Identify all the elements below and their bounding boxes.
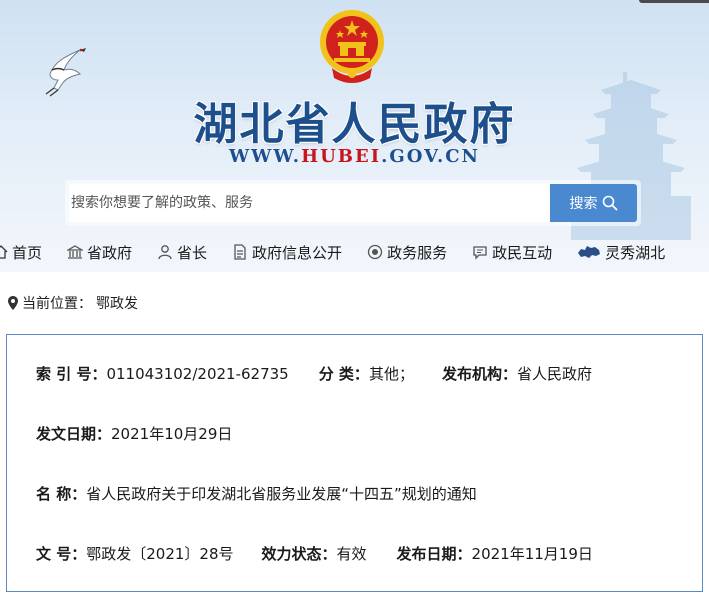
url-suffix: .GOV.CN xyxy=(381,146,481,167)
category-label: 分 类： xyxy=(318,365,369,383)
nav-item-label: 政务服务 xyxy=(387,243,448,262)
publisher-value: 省人民政府 xyxy=(516,365,592,383)
top-tab-bar[interactable] xyxy=(639,0,709,3)
nav-item-home[interactable]: 首页 xyxy=(0,242,42,263)
nav-item-label: 政府信息公开 xyxy=(252,243,343,262)
site-header: 湖北省人民政府 WWW.HUBEI.GOV.CN 搜索 首页 省政府 xyxy=(0,0,709,272)
name-label: 名 称： xyxy=(36,485,87,503)
status-label: 效力状态： xyxy=(261,545,337,563)
nav-item-label: 政民互动 xyxy=(492,243,553,262)
name-value: 省人民政府关于印发湖北省服务业发展“十四五”规划的通知 xyxy=(86,485,477,503)
breadcrumb: 当前位置： 鄂政发 xyxy=(8,293,138,313)
breadcrumb-prefix: 当前位置： xyxy=(22,296,92,312)
nav-item-label: 首页 xyxy=(12,243,43,262)
document-info-panel: 索 引 号： 011043102/2021-62735 分 类： 其他； 发布机… xyxy=(6,334,703,592)
publish-date-label: 发布日期： xyxy=(396,545,472,563)
nav-item-lingxiu-hubei[interactable]: 灵秀湖北 xyxy=(577,242,665,263)
national-emblem-icon xyxy=(320,10,384,83)
home-icon xyxy=(0,245,8,259)
nav-item-governor[interactable]: 省长 xyxy=(157,242,207,263)
hubei-map-icon xyxy=(578,246,601,258)
breadcrumb-current[interactable]: 鄂政发 xyxy=(96,293,138,313)
building-icon xyxy=(67,245,84,259)
index-label: 索 引 号： xyxy=(36,365,107,383)
status-value: 有效 xyxy=(336,545,367,563)
search-bar: 搜索 xyxy=(65,180,641,226)
doc-no-value: 鄂政发〔2021〕28号 xyxy=(86,545,234,563)
info-row-index: 索 引 号： 011043102/2021-62735 分 类： 其他； 发布机… xyxy=(36,363,592,384)
nav-item-label: 省政府 xyxy=(87,243,133,262)
site-url[interactable]: WWW.HUBEI.GOV.CN xyxy=(0,146,709,167)
publish-date-value: 2021年11月19日 xyxy=(471,545,593,563)
info-row-doc-no: 文 号： 鄂政发〔2021〕28号 效力状态： 有效 发布日期： 2021年11… xyxy=(36,543,593,564)
nav-item-info-disclosure[interactable]: 政府信息公开 xyxy=(232,242,342,263)
chat-icon xyxy=(473,246,487,260)
url-prefix: WWW. xyxy=(228,146,302,167)
document-icon xyxy=(234,244,246,260)
person-icon xyxy=(158,245,172,260)
issue-date-label: 发文日期： xyxy=(36,425,112,443)
search-button[interactable]: 搜索 xyxy=(550,184,637,222)
nav-item-interaction[interactable]: 政民互动 xyxy=(472,242,552,263)
doc-no-label: 文 号： xyxy=(36,545,87,563)
info-row-name: 名 称： 省人民政府关于印发湖北省服务业发展“十四五”规划的通知 xyxy=(36,483,477,504)
main-nav: 首页 省政府 省长 政府信息公开 政务服务 政民互动 灵秀湖北 xyxy=(0,234,709,270)
search-input[interactable] xyxy=(69,184,549,222)
nav-item-gov-service[interactable]: 政务服务 xyxy=(367,242,447,263)
nav-item-label: 灵秀湖北 xyxy=(605,243,666,262)
location-pin-icon xyxy=(8,296,18,310)
index-value: 011043102/2021-62735 xyxy=(106,364,289,383)
category-value: 其他； xyxy=(368,365,414,383)
publisher-label: 发布机构： xyxy=(441,365,517,383)
site-title: 湖北省人民政府 xyxy=(193,99,516,150)
issue-date-value: 2021年10月29日 xyxy=(111,425,233,443)
nav-item-province-gov[interactable]: 省政府 xyxy=(67,242,132,263)
service-icon xyxy=(367,244,383,260)
search-button-label: 搜索 xyxy=(569,196,598,212)
nav-item-label: 省长 xyxy=(177,243,208,262)
search-icon xyxy=(602,195,617,211)
url-brand: HUBEI xyxy=(301,146,382,167)
info-row-issue-date: 发文日期： 2021年10月29日 xyxy=(36,423,232,444)
